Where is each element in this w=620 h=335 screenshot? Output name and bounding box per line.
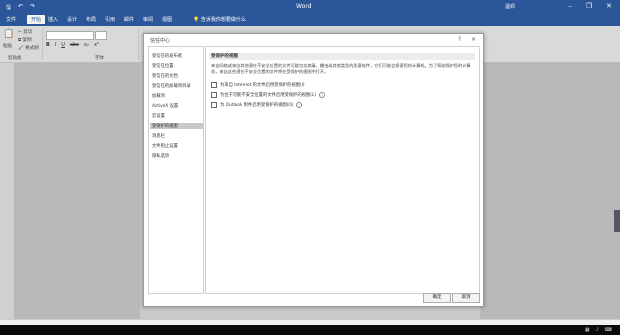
protected-view-panel: 受保护的视图 来自网络或来自其他潜在不安全位置的文件可能包含病毒、蠕虫或其他类型…	[205, 46, 480, 294]
option-internet-files[interactable]: 为来自 Internet 的文件启用受保护的视图(I)	[211, 82, 305, 88]
left-pane	[0, 63, 14, 319]
nav-item-file-block-settings[interactable]: 文件阻止设置	[152, 143, 200, 149]
brush-icon: 🖌	[18, 46, 24, 51]
superscript-button[interactable]: x²	[94, 42, 99, 48]
volume-icon[interactable]: ♪	[596, 327, 599, 333]
minimize-icon[interactable]: –	[568, 2, 572, 10]
taskbar: ▦ ♪ ⌨	[0, 325, 620, 335]
font-group-label: 字体	[95, 56, 104, 61]
tell-me-label: 告诉我你想要做什么	[200, 17, 246, 23]
clipboard-group-label: 剪贴板	[8, 56, 22, 61]
strikethrough-button[interactable]: abc	[70, 42, 79, 48]
tab-review[interactable]: 审阅	[143, 16, 153, 23]
copy-button[interactable]: ⧉ 复制	[18, 37, 32, 43]
font-format-row: B I U abc x₂ x²	[46, 42, 99, 48]
checkbox[interactable]	[211, 102, 217, 108]
app-title: Word	[296, 3, 312, 10]
paste-icon[interactable]: 📋	[3, 29, 14, 39]
title-bar: 🖫 ↶ ↷ Word 温邓 – ❐ ✕	[0, 0, 620, 14]
help-icon[interactable]: ?	[458, 36, 461, 43]
input-method-icon[interactable]: ⌨	[605, 327, 612, 333]
nav-item-protected-view[interactable]: 受保护的视图	[150, 123, 203, 129]
tab-insert[interactable]: 插入	[48, 16, 58, 23]
group-divider	[42, 28, 43, 60]
nav-item-trusted-addin-catalogs[interactable]: 受信任的加载项目录	[152, 83, 200, 89]
tab-layout[interactable]: 布局	[86, 16, 96, 23]
font-size-box[interactable]	[95, 31, 107, 40]
italic-button[interactable]: I	[55, 42, 56, 48]
paste-button[interactable]: 粘贴	[3, 43, 12, 49]
nav-item-privacy-options[interactable]: 隐私选项	[152, 153, 200, 159]
tab-mailings[interactable]: 邮件	[124, 16, 134, 23]
dialog-nav: 受信任的发布者 受信任位置 受信任的文档 受信任的加载项目录 加载项 Activ…	[148, 46, 204, 294]
network-icon[interactable]: ▦	[585, 327, 590, 333]
option-outlook-attachments[interactable]: 为 Outlook 附件启用受保护的视图(O) i	[211, 102, 303, 108]
trust-center-dialog: 信任中心 ? × 受信任的发布者 受信任位置 受信任的文档 受信任的加载项目录 …	[143, 33, 484, 307]
checkbox[interactable]	[211, 82, 217, 88]
section-heading: 受保护的视图	[209, 53, 475, 60]
tab-view[interactable]: 视图	[162, 16, 172, 23]
nav-item-trusted-publishers[interactable]: 受信任的发布者	[152, 53, 200, 59]
tell-me-box[interactable]: 💡 告诉我你想要做什么	[193, 16, 246, 23]
font-name-box[interactable]	[46, 31, 94, 40]
cut-button[interactable]: ✂ 剪切	[18, 29, 32, 35]
ok-button[interactable]: 确定	[423, 293, 451, 303]
quick-access-toolbar: 🖫 ↶ ↷	[6, 3, 35, 13]
format-painter-button[interactable]: 🖌 格式刷	[18, 45, 39, 51]
underline-button[interactable]: U	[61, 42, 65, 48]
user-name[interactable]: 温邓	[505, 3, 515, 10]
nav-item-addins[interactable]: 加载项	[152, 93, 200, 99]
option-unsafe-locations[interactable]: 为位于可能不安全位置的文件启用受保护的视图(L) i	[211, 92, 325, 98]
nav-item-macro-settings[interactable]: 宏设置	[152, 113, 200, 119]
lightbulb-icon: 💡	[193, 17, 200, 23]
tab-file[interactable]: 文件	[6, 16, 16, 23]
section-description: 来自网络或来自其他潜在不安全位置的文件可能包含病毒、蠕虫或其他类型的恶意软件，它…	[211, 63, 471, 74]
restore-icon[interactable]: ❐	[586, 2, 592, 10]
info-icon[interactable]: i	[318, 92, 325, 98]
close-icon[interactable]: ✕	[606, 2, 612, 10]
save-icon[interactable]: 🖫	[6, 3, 11, 13]
option-label: 为位于可能不安全位置的文件启用受保护的视图(L)	[220, 93, 316, 98]
redo-icon[interactable]: ↷	[30, 3, 35, 13]
undo-icon[interactable]: ↶	[18, 3, 23, 13]
nav-item-trusted-locations[interactable]: 受信任位置	[152, 63, 200, 69]
info-icon[interactable]: i	[296, 102, 303, 108]
close-icon[interactable]: ×	[471, 36, 476, 43]
nav-item-trusted-documents[interactable]: 受信任的文档	[152, 73, 200, 79]
copy-icon: ⧉	[18, 38, 22, 43]
nav-item-activex-settings[interactable]: ActiveX 设置	[152, 103, 200, 109]
side-panel-tab[interactable]	[614, 210, 620, 232]
window-controls: – ❐ ✕	[568, 2, 612, 10]
group-divider	[138, 28, 139, 60]
option-label: 为 Outlook 附件启用受保护的视图(O)	[220, 103, 294, 108]
scissors-icon: ✂	[18, 30, 22, 35]
tab-design[interactable]: 设计	[67, 16, 77, 23]
system-tray: ▦ ♪ ⌨	[585, 327, 612, 333]
subscript-button[interactable]: x₂	[84, 42, 89, 48]
ribbon-tabs: 文件 开始 插入 设计 布局 引用 邮件 审阅 视图 💡 告诉我你想要做什么	[0, 14, 620, 26]
nav-item-message-bar[interactable]: 消息栏	[152, 133, 200, 139]
cancel-button[interactable]: 取消	[452, 293, 480, 303]
bold-button[interactable]: B	[46, 42, 50, 48]
tab-home[interactable]: 开始	[27, 15, 46, 24]
tab-references[interactable]: 引用	[105, 16, 115, 23]
checkbox[interactable]	[211, 92, 217, 98]
option-label: 为来自 Internet 的文件启用受保护的视图(I)	[220, 83, 305, 88]
dialog-title: 信任中心	[150, 38, 171, 44]
